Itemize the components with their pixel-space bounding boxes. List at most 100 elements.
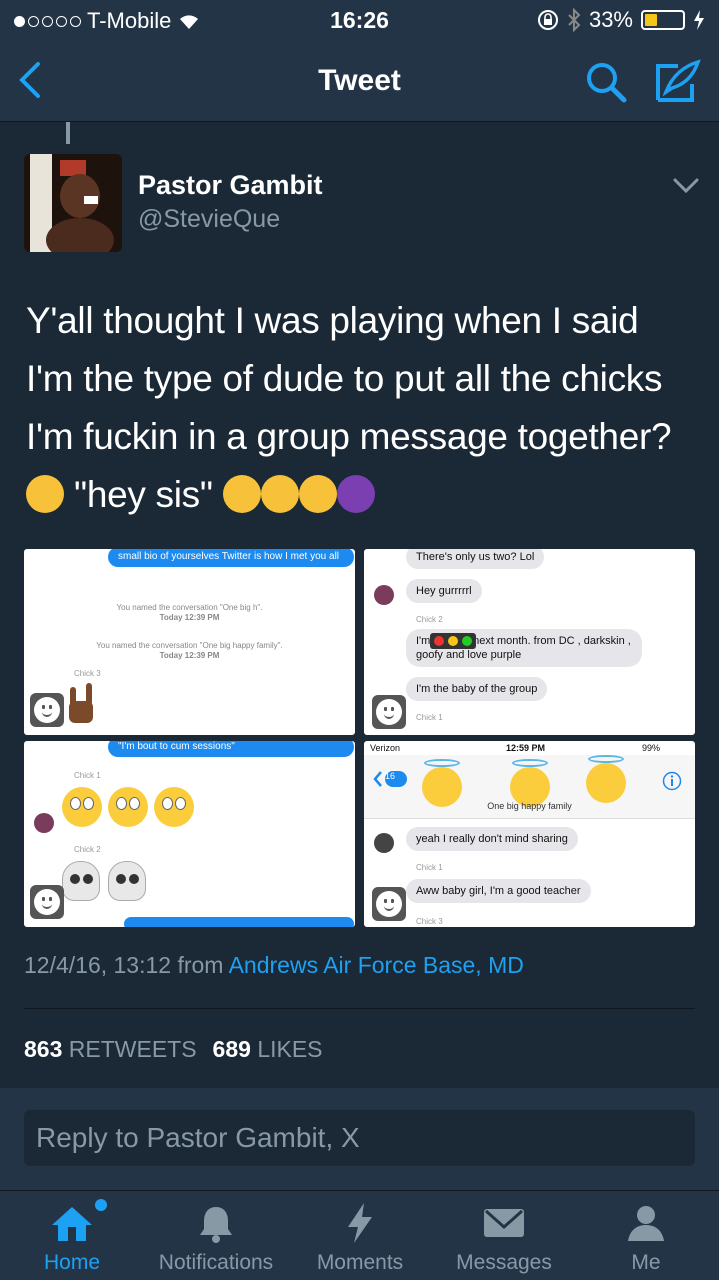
author-avatar[interactable] [24,154,122,252]
sender-label: Chick 3 [74,669,101,678]
status-right: 33% [537,7,705,33]
tab-label: Me [631,1251,661,1274]
tab-messages[interactable]: Messages [434,1191,574,1280]
sender-label: Chick 2 [74,845,101,854]
halo [588,755,624,763]
smiley-sticker [30,885,64,919]
message-bubble-partial [124,917,354,927]
halo [424,759,460,767]
battery-icon [641,10,685,30]
message-bubble: Hey gurrrrrl [406,579,482,603]
carrier-name: Verizon [370,743,401,753]
tweet-location-link[interactable]: Andrews Air Force Base, MD [229,952,524,978]
media-image-1[interactable]: small bio of yourselves Twitter is how I… [24,549,355,735]
info-icon [662,771,682,791]
author-handle[interactable]: @StevieQue [138,205,280,234]
message-bubble: small bio of yourselves Twitter is how I… [108,549,354,567]
message-bubble: yeah I really don't mind sharing [406,827,578,851]
bell-icon [200,1207,232,1243]
avatar-image [24,154,122,252]
reply-area: Reply to Pastor Gambit, X [0,1088,719,1190]
likes-count: 689 [212,1036,251,1062]
eye-roll-face-icon [154,787,194,827]
sender-label: Chick 2 [416,615,443,624]
thread-line [66,122,70,144]
tweet-line: Y'all thought I was playing when I said [26,300,639,341]
likes-stat[interactable]: 689 LIKES [213,1036,323,1063]
compose-icon[interactable] [652,58,702,104]
retweets-stat[interactable]: 863 RETWEETS [24,1036,197,1063]
tab-me[interactable]: Me [576,1191,716,1280]
system-message: You named the conversation "One big h". [116,603,263,612]
thinking-face-icon [26,475,64,513]
eye-roll-face-icon [108,787,148,827]
sender-label: Chick 3 [416,917,443,926]
smiley-sticker [372,887,406,921]
sender-label: Chick 1 [416,713,443,722]
smirking-face-icon [298,475,337,513]
smiley-sticker [372,695,406,729]
tab-moments[interactable]: Moments [290,1191,430,1280]
system-time: Today 12:39 PM [159,613,220,622]
tweet-line: I'm fuckin in a group message together? [26,416,672,457]
tab-label: Messages [456,1251,552,1274]
message-bubble: I'm the baby of the group [406,677,548,701]
message-bubble: Aww baby girl, I'm a good teacher [406,879,591,903]
system-time: Today 12:39 PM [159,651,220,660]
search-icon[interactable] [584,60,628,104]
sender-label: Chick 1 [74,771,101,780]
reply-input[interactable]: Reply to Pastor Gambit, X [24,1110,695,1166]
tweet-line-emoji: "hey sis" [26,466,706,524]
message-bubble: "I'm bout to cum sessions" [108,741,354,757]
tab-label: Notifications [158,1251,274,1274]
notification-dot [95,1199,107,1211]
envelope-icon [484,1209,524,1237]
group-name: One big happy family [487,801,572,811]
contact-avatar [374,833,394,853]
contact-avatar [34,813,54,833]
battery-percent: 99% [642,743,661,753]
tweet-quote: "hey sis" [73,474,213,515]
traffic-light-icon [430,633,476,649]
home-icon [52,1207,92,1241]
likes-label: LIKES [257,1036,323,1062]
chevron-down-icon[interactable] [672,176,700,196]
contact-avatar [374,585,394,605]
upside-down-face-icon [260,475,299,513]
divider [24,1008,695,1009]
tab-label: Home [43,1251,101,1274]
person-icon [628,1206,664,1241]
status-time: 12:59 PM [506,743,546,753]
battery-percent: 33% [588,7,633,32]
smiling-devil-icon [336,475,375,513]
rotation-lock-icon [537,10,558,30]
charging-icon [694,10,704,30]
skull-icon [62,861,100,901]
media-image-3[interactable]: "I'm bout to cum sessions" Chick 1 Chick… [24,741,355,927]
lightning-icon [348,1203,372,1243]
iphone-status-bar: Verizon 12:59 PM 99% [364,741,695,755]
rock-hand-icon [69,683,93,723]
tweet-stats: 863 RETWEETS 689 LIKES [24,1036,323,1063]
tab-label: Moments [316,1251,404,1274]
status-bar: T-Mobile 16:26 33% [0,0,719,40]
author-name[interactable]: Pastor Gambit [138,170,323,201]
sender-label: Chick 1 [416,863,443,872]
system-message: You named the conversation "One big happ… [96,641,283,650]
tab-notifications[interactable]: Notifications [146,1191,286,1280]
retweets-label: RETWEETS [68,1036,197,1062]
media-image-4[interactable]: Verizon 12:59 PM 99% 16 One big happy fa… [364,741,695,927]
tab-bar: Home Notifications Moments Messages Me [0,1190,719,1280]
unread-count: 16 [384,771,395,781]
message-bubble: There's only us two? Lol [406,549,545,569]
tweet-line: I'm the type of dude to put all the chic… [26,358,663,399]
retweets-count: 863 [24,1036,63,1062]
skull-icon [108,861,146,901]
eye-roll-face-icon [62,787,102,827]
upside-down-face-icon [222,475,261,513]
tweet-text: Y'all thought I was playing when I said … [26,292,706,524]
nav-bar: Tweet [0,40,719,122]
media-image-2[interactable]: There's only us two? Lol Hey gurrrrrl Ch… [364,549,695,735]
tab-home[interactable]: Home [2,1191,142,1280]
tweet-timestamp: 12/4/16, 13:12 from Andrews Air Force Ba… [24,952,524,979]
